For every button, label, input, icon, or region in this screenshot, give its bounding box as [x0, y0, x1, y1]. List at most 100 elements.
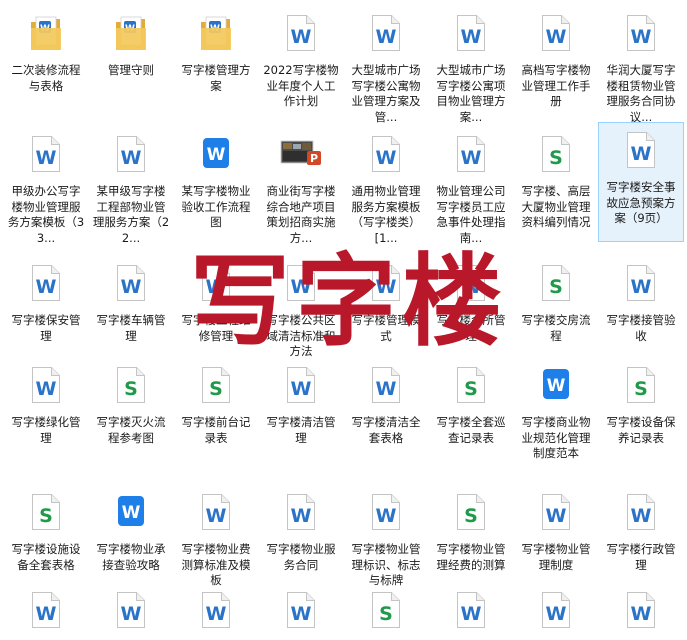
file-item[interactable]: W二次装修流程与表格 [4, 6, 88, 94]
file-label: 大型城市广场写字楼公寓物业管理方案及管... [351, 63, 421, 124]
word-document-icon: W [514, 591, 598, 637]
word-document-icon: W [344, 135, 428, 181]
svg-text:W: W [547, 376, 566, 396]
word-document-icon: W [89, 135, 173, 181]
file-item[interactable]: W 写字楼保安管理 [4, 256, 88, 344]
svg-text:S: S [464, 378, 478, 400]
wps-word-icon: W [514, 366, 598, 412]
word-document-icon: W [259, 493, 343, 539]
word-document-icon: W [429, 591, 513, 637]
file-item[interactable]: W 写字楼物业服务合同 [259, 485, 343, 573]
file-item[interactable]: W 通用物业管理服务方案模板（写字楼类）[1... [344, 127, 428, 246]
file-item[interactable]: S 写字楼、高层大厦物业管理资料编列情况 [514, 127, 598, 231]
file-item[interactable]: W 管理守则 [89, 6, 173, 79]
spreadsheet-icon: S [514, 135, 598, 181]
file-label: 高档写字楼物业管理工作手册 [521, 63, 591, 108]
file-item[interactable]: W 某甲级写字楼工程部物业管理服务方案（22... [89, 127, 173, 246]
file-label: 写字楼管理方案 [181, 63, 251, 93]
word-document-icon: W [174, 493, 258, 539]
file-item[interactable]: W 写字楼清洁全套表格 [344, 358, 428, 446]
svg-text:S: S [634, 378, 648, 400]
file-item[interactable]: W 甲级办公写字楼物业管理服务方案模板（33... [4, 127, 88, 246]
svg-text:S: S [39, 505, 53, 527]
file-item[interactable]: W [89, 583, 173, 640]
file-item[interactable]: S 写字楼交房流程 [514, 256, 598, 344]
file-item[interactable]: S 写字楼前台记录表 [174, 358, 258, 446]
svg-text:W: W [36, 276, 57, 298]
file-item[interactable]: W 大型城市广场写字楼公寓物业管理方案及管... [344, 6, 428, 125]
wps-word-icon: W [89, 493, 173, 539]
file-item[interactable]: W 写字楼清洁管理 [259, 358, 343, 446]
file-item[interactable]: W 某写字楼物业验收工作流程图 [174, 127, 258, 231]
file-item[interactable]: W [429, 583, 513, 640]
file-item[interactable]: W 2022写字楼物业年度个人工作计划 [259, 6, 343, 110]
file-label: 写字楼安全事故应急预案方案（9页） [606, 180, 676, 225]
word-document-icon: W [4, 264, 88, 310]
file-label: 写字楼清洁全套表格 [351, 415, 421, 445]
file-item[interactable]: S 写字楼设备保养记录表 [599, 358, 683, 446]
file-label: 写字楼灭火流程参考图 [96, 415, 166, 445]
word-document-icon: W [344, 14, 428, 60]
word-document-icon: W [89, 264, 173, 310]
file-item[interactable]: W 写字楼接管验收 [599, 256, 683, 344]
file-item[interactable]: W 写字楼车辆管理 [89, 256, 173, 344]
file-label: 写字楼保安管理 [11, 313, 81, 343]
svg-text:W: W [207, 145, 226, 165]
file-label: 写字楼物业管理标识、标志与标牌 [351, 542, 421, 587]
svg-text:W: W [546, 505, 567, 527]
svg-text:W: W [546, 603, 567, 625]
wps-word-icon: W [174, 135, 258, 181]
word-document-icon: W [599, 14, 683, 60]
file-label: 2022写字楼物业年度个人工作计划 [263, 63, 339, 108]
file-item[interactable]: S [344, 583, 428, 640]
word-document-icon: W [259, 591, 343, 637]
svg-text:W: W [36, 603, 57, 625]
file-item[interactable]: S 写字楼灭火流程参考图 [89, 358, 173, 446]
file-item[interactable]: W 写字楼安全事故应急预案方案（9页） [598, 122, 684, 242]
word-document-icon: W [429, 135, 513, 181]
file-item[interactable]: W 写字楼物业管理制度 [514, 485, 598, 573]
file-item[interactable]: W 物业管理公司写字楼员工应急事件处理指南... [429, 127, 513, 246]
file-item[interactable]: W 高档写字楼物业管理工作手册 [514, 6, 598, 110]
file-item[interactable]: W 写字楼物业费测算标准及模板 [174, 485, 258, 589]
file-item[interactable]: S 写字楼设施设备全套表格 [4, 485, 88, 573]
file-item[interactable]: W 写字楼行政管理 [599, 485, 683, 573]
file-label: 物业管理公司写字楼员工应急事件处理指南... [436, 184, 506, 245]
file-item[interactable]: W [4, 583, 88, 640]
spreadsheet-icon: S [174, 366, 258, 412]
spreadsheet-icon: S [89, 366, 173, 412]
file-item[interactable]: W写字楼管理方案 [174, 6, 258, 94]
spreadsheet-icon: S [599, 366, 683, 412]
svg-text:W: W [376, 378, 397, 400]
svg-text:W: W [291, 26, 312, 48]
file-item[interactable]: W 华润大厦写字楼租赁物业管理服务合同协议... [599, 6, 683, 125]
file-label: 写字楼物业管理经费的测算 [436, 542, 506, 572]
file-label: 某甲级写字楼工程部物业管理服务方案（22... [92, 184, 170, 245]
spreadsheet-icon: S [429, 493, 513, 539]
file-item[interactable]: S 写字楼全套巡查记录表 [429, 358, 513, 446]
file-item[interactable]: W 写字楼物业管理标识、标志与标牌 [344, 485, 428, 589]
file-label: 写字楼商业物业规范化管理制度范本 [521, 415, 591, 460]
presentation-thumbnail-icon: P [259, 135, 343, 181]
file-item[interactable]: W [174, 583, 258, 640]
file-label: 管理守则 [108, 63, 154, 77]
file-item[interactable]: W [259, 583, 343, 640]
svg-text:W: W [121, 276, 142, 298]
svg-text:S: S [549, 147, 563, 169]
svg-text:S: S [464, 505, 478, 527]
svg-text:P: P [310, 152, 318, 165]
file-item[interactable]: W 写字楼绿化管理 [4, 358, 88, 446]
file-item[interactable]: W 写字楼物业承接查验攻略 [89, 485, 173, 573]
file-item[interactable]: S 写字楼物业管理经费的测算 [429, 485, 513, 573]
file-item[interactable]: P 商业街写字楼综合地产项目策划招商实施方... [259, 127, 343, 246]
file-label: 写字楼车辆管理 [96, 313, 166, 343]
svg-text:W: W [546, 26, 567, 48]
file-item[interactable]: W 写字楼商业物业规范化管理制度范本 [514, 358, 598, 462]
file-label: 写字楼物业费测算标准及模板 [181, 542, 251, 587]
file-label: 写字楼设施设备全套表格 [11, 542, 81, 572]
svg-text:W: W [206, 505, 227, 527]
file-item[interactable]: W [514, 583, 598, 640]
file-item[interactable]: W 大型城市广场写字楼公寓项目物业管理方案... [429, 6, 513, 125]
file-item[interactable]: W [599, 583, 683, 640]
word-document-icon: W [344, 366, 428, 412]
